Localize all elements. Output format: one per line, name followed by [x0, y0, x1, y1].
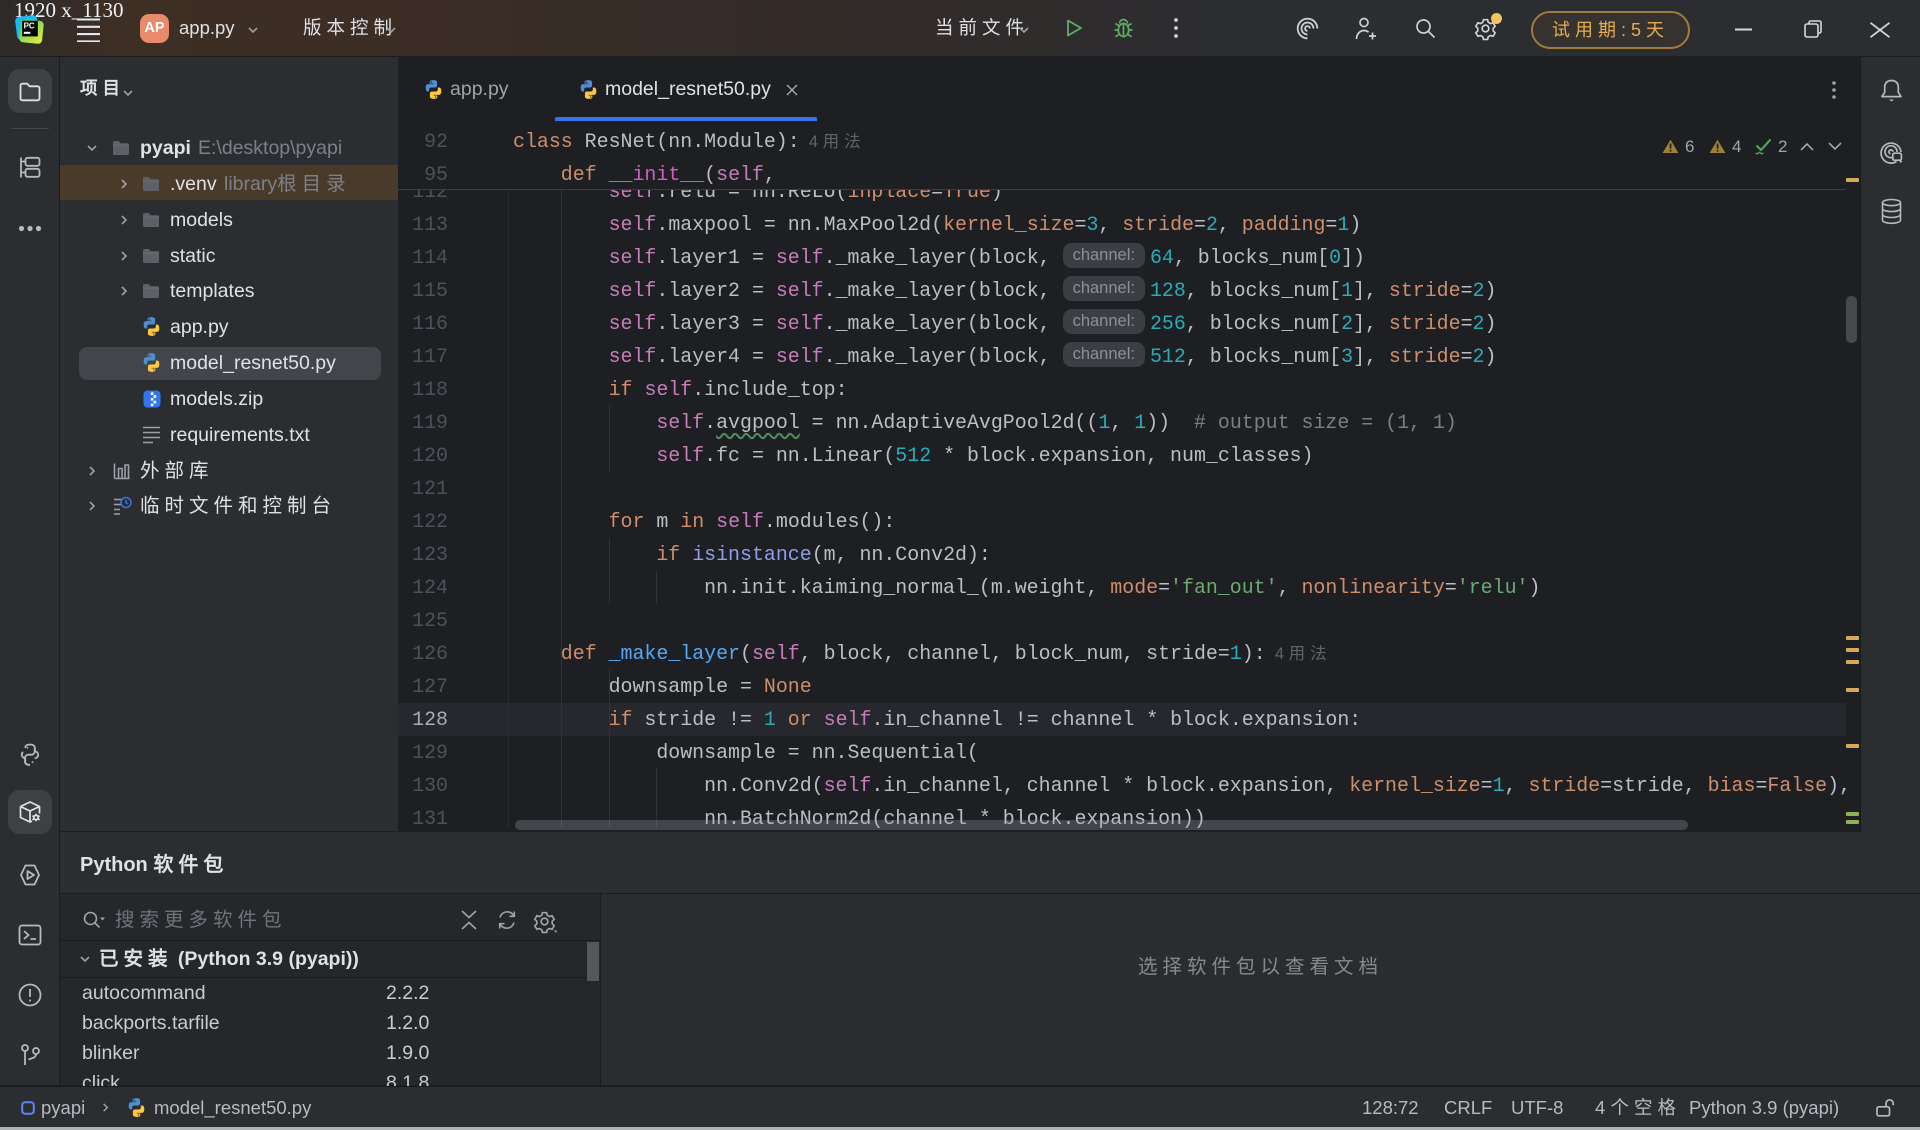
svg-text:PC: PC	[24, 21, 35, 30]
